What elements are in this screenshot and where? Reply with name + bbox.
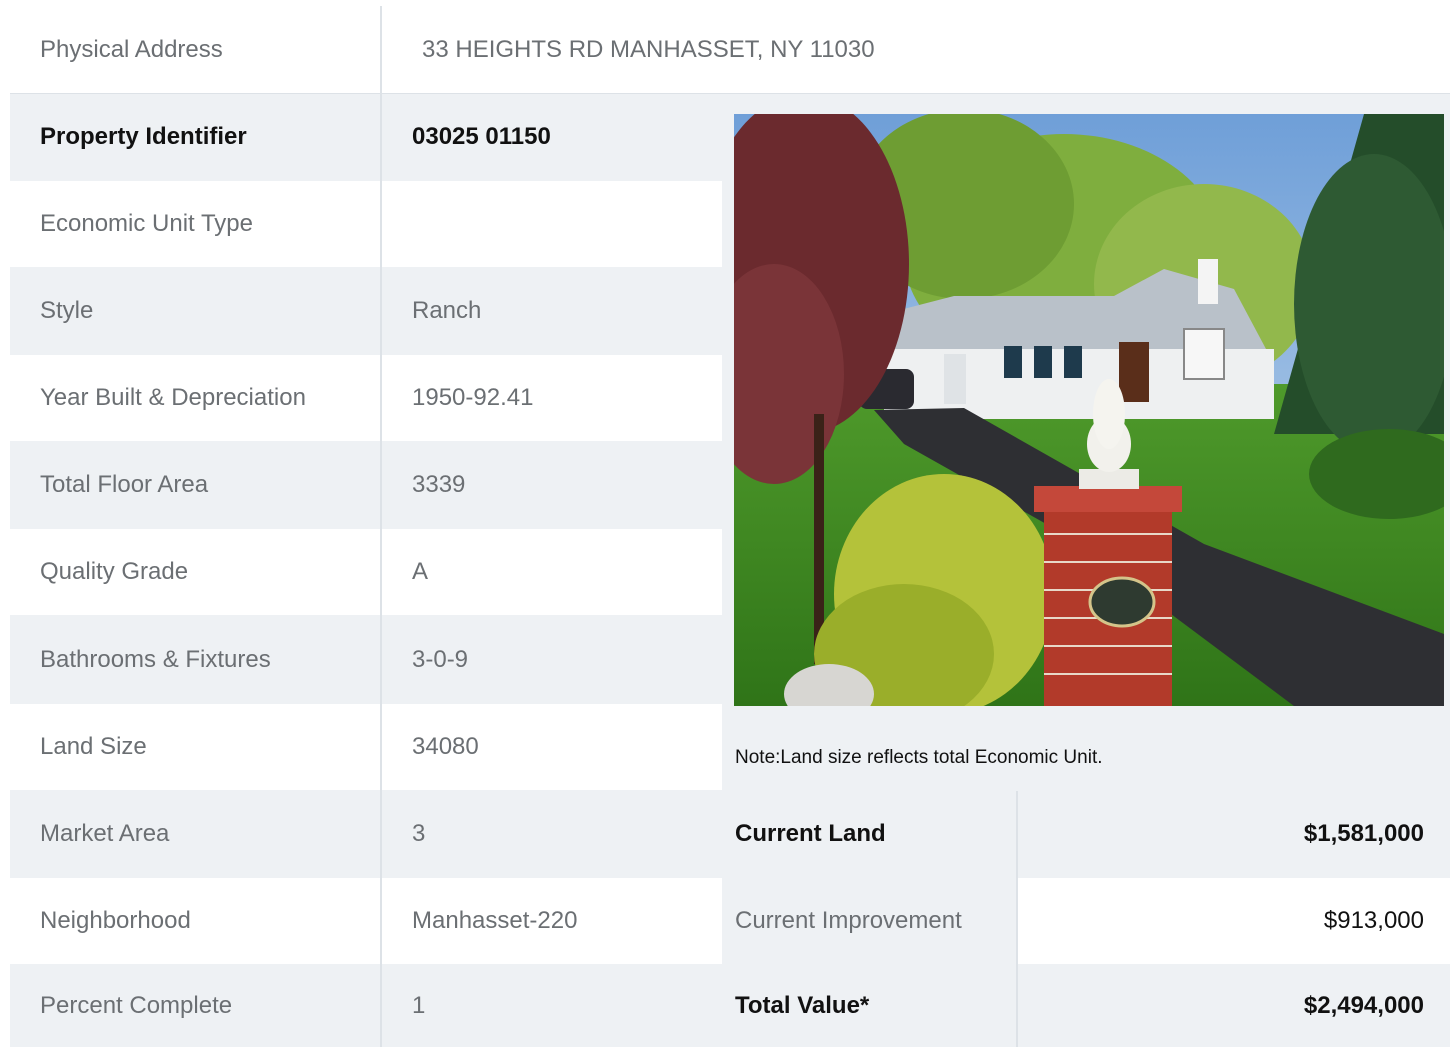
detail-label-cell: Neighborhood: [10, 878, 381, 964]
detail-value-bathrooms: 3-0-9: [412, 645, 469, 673]
detail-value-percent-complete: 1: [412, 992, 426, 1019]
value-label-cell: Current Improvement: [735, 878, 1017, 964]
detail-value-land-size: 34080: [412, 733, 479, 760]
address-label-cell: Physical Address: [10, 6, 381, 93]
detail-label-cell: Percent Complete: [10, 965, 381, 1047]
detail-value-cell: 3: [382, 791, 722, 877]
column-divider: [380, 6, 382, 1047]
detail-label-percent-complete: Percent Complete: [40, 992, 233, 1019]
detail-label-style: Style: [40, 297, 94, 324]
value-amount-current-improvement: $913,000: [1323, 907, 1424, 934]
detail-value-cell: 1: [382, 965, 722, 1047]
value-column-divider: [1016, 791, 1018, 1047]
detail-value-cell: 1950-92.41: [382, 355, 722, 441]
value-amount-current-land: $1,581,000: [1303, 820, 1424, 847]
detail-value-total-floor-area: 3339: [412, 471, 466, 498]
land-size-note: Note:Land size reflects total Economic U…: [735, 747, 1103, 768]
detail-value-neighborhood: Manhasset-220: [412, 907, 578, 934]
property-photo: [734, 114, 1444, 706]
detail-label-cell: Quality Grade: [10, 529, 381, 615]
detail-label-cell: Style: [10, 268, 381, 354]
detail-value-style: Ranch: [412, 297, 482, 324]
detail-label-cell: Economic Unit Type: [10, 181, 381, 267]
detail-value-property-identifier: 03025 01150: [412, 123, 551, 150]
detail-label-bathrooms: Bathrooms & Fixtures: [40, 645, 271, 673]
detail-label-year-built: Year Built & Depreciation: [40, 384, 306, 411]
value-label-total-value: Total Value*: [735, 992, 870, 1019]
detail-value-cell: [382, 181, 722, 267]
detail-label-cell: Year Built & Depreciation: [10, 355, 381, 441]
address-value-cell: 33 HEIGHTS RD MANHASSET, NY 11030: [382, 6, 1450, 93]
value-amount-cell: $913,000: [1017, 878, 1450, 964]
detail-label-total-floor-area: Total Floor Area: [40, 471, 209, 498]
detail-label-cell: Bathrooms & Fixtures: [10, 616, 381, 703]
detail-label-neighborhood: Neighborhood: [40, 907, 191, 934]
detail-label-market-area: Market Area: [40, 820, 170, 847]
detail-label-land-size: Land Size: [40, 733, 147, 760]
detail-value-cell: Manhasset-220: [382, 878, 722, 964]
value-label-cell: Current Land: [735, 791, 1017, 877]
value-amount-total-value: $2,494,000: [1303, 992, 1424, 1019]
value-label-current-land: Current Land: [735, 820, 886, 847]
detail-label-cell: Land Size: [10, 704, 381, 790]
detail-label-economic-unit-type: Economic Unit Type: [40, 210, 253, 237]
value-label-current-improvement: Current Improvement: [735, 907, 962, 934]
value-label-cell: Total Value*: [735, 965, 1017, 1047]
detail-label-cell: Property Identifier: [10, 94, 381, 180]
detail-value-cell: 03025 01150: [382, 94, 722, 180]
detail-value-cell: 3339: [382, 442, 722, 528]
detail-value-cell: 3-0-9: [382, 616, 722, 703]
detail-label-property-identifier: Property Identifier: [40, 123, 247, 150]
address-value: 33 HEIGHTS RD MANHASSET, NY 11030: [422, 35, 875, 63]
detail-value-year-built: 1950-92.41: [412, 384, 534, 411]
address-label: Physical Address: [40, 35, 223, 63]
detail-value-market-area: 3: [412, 820, 426, 847]
value-amount-cell: $1,581,000: [1017, 791, 1450, 877]
value-amount-cell: $2,494,000: [1017, 965, 1450, 1047]
detail-value-quality-grade: A: [412, 558, 429, 585]
row-divider: [10, 93, 1450, 94]
detail-value-cell: Ranch: [382, 268, 722, 354]
detail-label-cell: Market Area: [10, 791, 381, 877]
detail-label-quality-grade: Quality Grade: [40, 558, 189, 585]
detail-label-cell: Total Floor Area: [10, 442, 381, 528]
detail-value-cell: 34080: [382, 704, 722, 790]
detail-value-cell: A: [382, 529, 722, 615]
